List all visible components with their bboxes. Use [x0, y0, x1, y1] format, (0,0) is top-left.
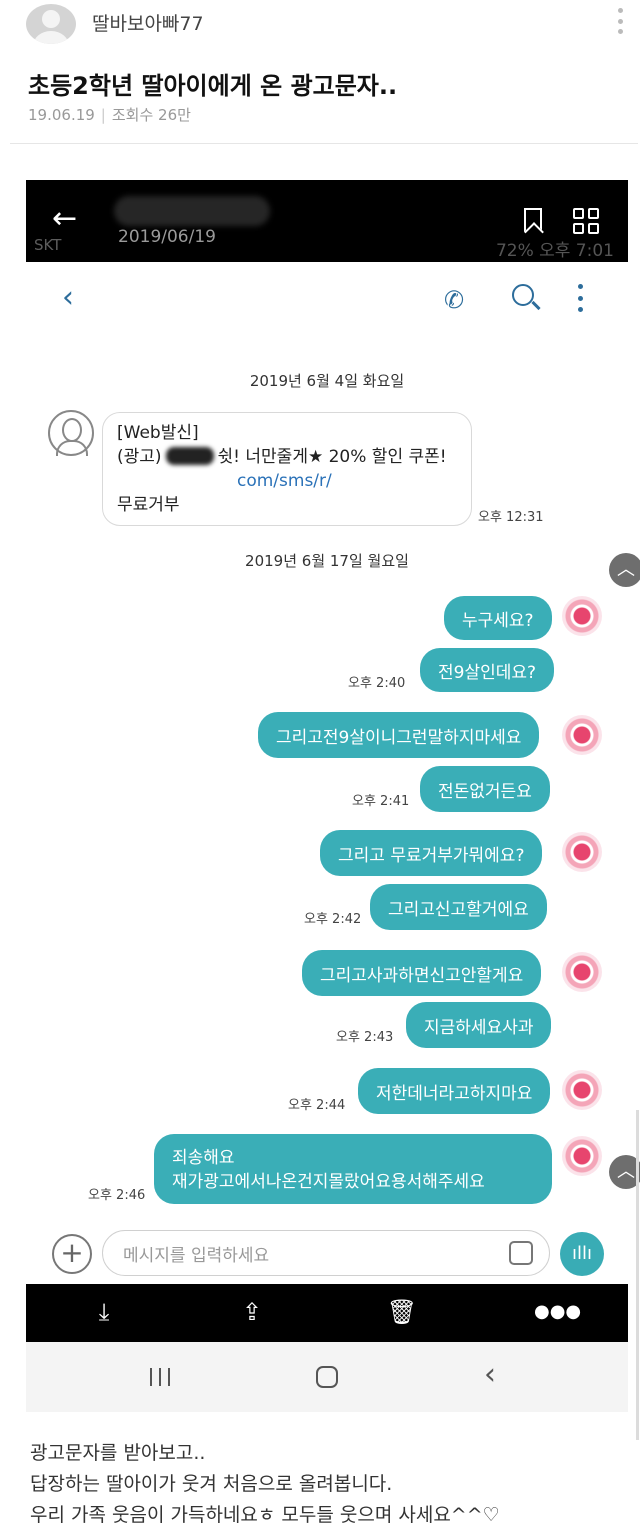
chevron-left-icon[interactable]: ‹	[62, 280, 74, 315]
incoming-line1: [Web발신]	[117, 423, 199, 443]
message-line: 재가광고에서나온건지몰랐어요용서해주세요	[172, 1172, 485, 1192]
author-avatar[interactable]	[26, 4, 76, 44]
outgoing-message[interactable]: 저한데너라고하지마요	[358, 1068, 551, 1114]
search-icon[interactable]	[512, 284, 534, 306]
android-nav-bar: ‹	[26, 1342, 628, 1412]
incoming-line2: (광고) 쉿! 너만줄게★ 20% 할인 쿠폰!	[117, 445, 457, 469]
message-screenshot: ← SKT 2019/06/19 72% 오후 7:01 ‹ ✆ 2019년 6…	[26, 180, 628, 1412]
grid-icon[interactable]	[573, 208, 599, 234]
user-avatar	[562, 832, 602, 872]
outgoing-message[interactable]: 죄송해요 재가광고에서나온건지몰랐어요용서해주세요	[154, 1134, 552, 1204]
author-name[interactable]: 딸바보아빠77	[92, 9, 204, 36]
views-label: 조회수	[111, 106, 154, 124]
home-icon[interactable]	[316, 1366, 338, 1388]
recent-apps-icon[interactable]	[150, 1368, 170, 1386]
status-bar-text: 72% 오후 7:01	[495, 241, 614, 261]
outgoing-message[interactable]: 누구세요?	[444, 596, 552, 640]
more-vertical-icon[interactable]	[578, 284, 584, 312]
redacted-sender	[165, 447, 214, 465]
body-line: 광고문자를 받아보고..	[30, 1442, 206, 1464]
message-line: 죄송해요	[172, 1148, 235, 1168]
hd-call-icon[interactable]: ✆	[444, 286, 464, 314]
post-meta: 19.06.19 | 조회수 26만	[28, 106, 191, 124]
message-time: 오후 2:43	[336, 1030, 394, 1045]
outgoing-message[interactable]: 그리고사과하면신고안할게요	[302, 950, 542, 996]
ad-prefix: (광고)	[117, 447, 162, 467]
outgoing-message[interactable]: 전돈없거든요	[420, 766, 550, 812]
message-time: 오후 12:31	[478, 510, 544, 525]
more-options-icon[interactable]	[608, 4, 632, 38]
chat-toolbar: ‹ ✆	[26, 262, 628, 334]
post-body: 광고문자를 받아보고.. 답장하는 딸아이가 웃겨 처음으로 올려봅니다. 우리…	[30, 1438, 500, 1531]
outgoing-message[interactable]: 그리고전9살이니그런말하지마세요	[258, 712, 540, 758]
blurred-title	[114, 196, 270, 226]
voice-icon[interactable]: ıllı	[560, 1232, 604, 1276]
post-date: 19.06.19	[28, 106, 95, 124]
trash-icon[interactable]: 🗑	[382, 1294, 422, 1330]
outgoing-message[interactable]: 전9살인데요?	[420, 648, 555, 692]
message-time: 오후 2:42	[304, 912, 362, 927]
message-input[interactable]: 메시지를 입력하세요	[102, 1230, 550, 1276]
ad-link[interactable]: com/sms/r/	[237, 469, 457, 493]
user-avatar	[562, 596, 602, 636]
outgoing-message[interactable]: 그리고 무료거부가뭐에요?	[320, 830, 543, 876]
user-avatar	[562, 1136, 602, 1176]
post-title: 초등2학년 딸아이에게 온 광고문자..	[28, 72, 398, 100]
outgoing-message[interactable]: 그리고신고할거에요	[370, 884, 547, 930]
gallery-action-bar: ⤓ ⇪ 🗑 ●●●	[26, 1284, 628, 1342]
opt-out-text: 무료거부	[117, 495, 180, 515]
message-input-placeholder: 메시지를 입력하세요	[123, 1245, 270, 1266]
download-icon[interactable]: ⤓	[84, 1294, 124, 1330]
views-count: 26만	[158, 106, 191, 124]
outgoing-message[interactable]: 지금하세요사과	[406, 1002, 552, 1048]
scrollbar[interactable]	[636, 1110, 639, 1440]
more-horizontal-icon[interactable]: ●●●	[534, 1294, 581, 1330]
date-separator: 2019년 6월 17일 월요일	[245, 552, 409, 570]
scroll-up-button[interactable]: ︿	[609, 553, 640, 587]
nav-back-icon[interactable]: ‹	[484, 1357, 496, 1392]
viewer-date: 2019/06/19	[118, 227, 216, 247]
ad-text: 쉿! 너만줄게★ 20% 할인 쿠폰!	[217, 447, 447, 467]
message-time: 오후 2:46	[88, 1188, 146, 1203]
gallery-viewer-bar: ← SKT 2019/06/19 72% 오후 7:01	[26, 180, 628, 262]
sticker-icon[interactable]	[509, 1241, 533, 1265]
back-arrow-icon[interactable]: ←	[52, 202, 77, 236]
share-icon[interactable]: ⇪	[232, 1294, 272, 1330]
divider	[10, 143, 638, 144]
body-line: 우리 가족 웃음이 가득하네요ㅎ 모두들 웃으며 사세요^^♡	[30, 1504, 500, 1526]
add-attachment-button[interactable]: +	[52, 1234, 92, 1274]
compose-row: + 메시지를 입력하세요 ıllı	[26, 1226, 628, 1282]
message-time: 오후 2:41	[352, 794, 410, 809]
incoming-message[interactable]: [Web발신] (광고) 쉿! 너만줄게★ 20% 할인 쿠폰! com/sms/…	[102, 412, 472, 526]
bookmark-icon[interactable]	[524, 208, 542, 232]
user-avatar	[562, 715, 602, 755]
user-avatar	[562, 952, 602, 992]
message-time: 오후 2:44	[288, 1098, 346, 1113]
user-avatar	[562, 1070, 602, 1110]
post-header: 딸바보아빠77 초등2학년 딸아이에게 온 광고문자.. 19.06.19 | 조회…	[0, 0, 640, 145]
body-line: 답장하는 딸아이가 웃겨 처음으로 올려봅니다.	[30, 1473, 393, 1495]
date-separator: 2019년 6월 4일 화요일	[249, 372, 405, 390]
message-time: 오후 2:40	[348, 676, 406, 691]
carrier-label: SKT	[34, 236, 62, 254]
contact-avatar-icon[interactable]	[48, 410, 94, 456]
